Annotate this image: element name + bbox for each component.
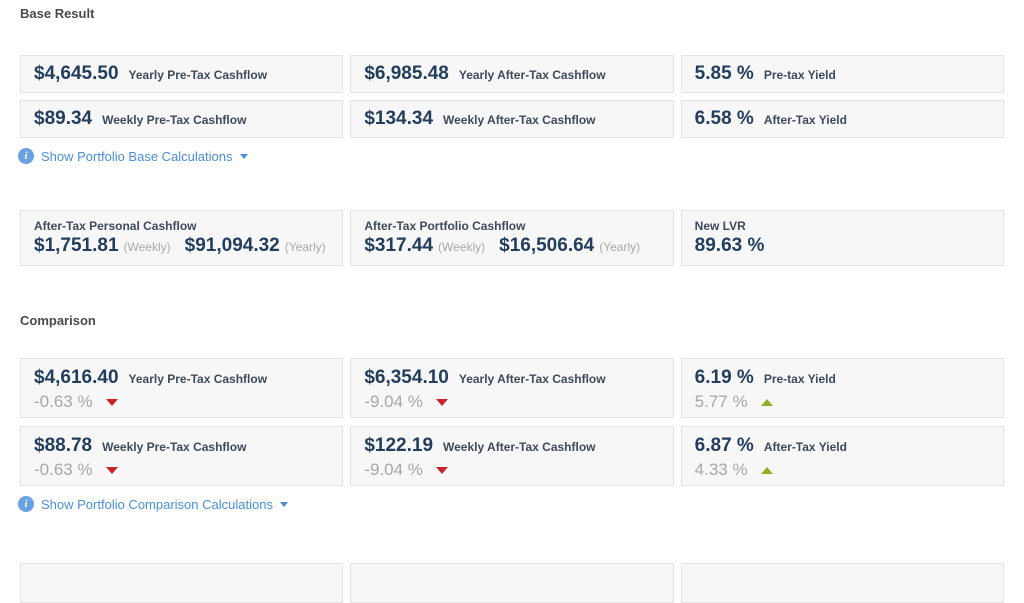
info-icon: i — [18, 148, 34, 164]
yearly-suffix: (Yearly) — [285, 240, 326, 254]
show-base-calculations-label: Show Portfolio Base Calculations — [41, 149, 233, 164]
clipped-card — [20, 563, 343, 603]
change-percent: 5.77 % — [695, 391, 748, 413]
change-percent: 4.33 % — [695, 459, 748, 481]
metric-value: $88.78 — [34, 434, 92, 458]
new-lvr-value: 89.63 % — [695, 235, 765, 257]
summary-grid: After-Tax Personal Cashflow $1,751.81 (W… — [20, 210, 1004, 266]
down-arrow-icon — [436, 467, 448, 474]
metric-label: Pre-tax Yield — [764, 68, 836, 82]
summary-card-title: After-Tax Personal Cashflow — [34, 219, 329, 234]
summary-card-title: After-Tax Portfolio Cashflow — [364, 219, 659, 234]
metric-label: Yearly Pre-Tax Cashflow — [129, 68, 268, 82]
change-percent: -0.63 % — [34, 459, 93, 481]
comparison-grid: $4,616.40 Yearly Pre-Tax Cashflow -0.63 … — [20, 358, 1004, 486]
yearly-aftertax-cashflow-comparison-card: $6,354.10 Yearly After-Tax Cashflow -9.0… — [350, 358, 673, 418]
metric-label: Yearly After-Tax Cashflow — [459, 68, 606, 82]
metric-value: $134.34 — [364, 101, 433, 137]
metric-value: 6.58 % — [695, 101, 754, 137]
yearly-pretax-cashflow-card: $4,645.50 Yearly Pre-Tax Cashflow — [20, 55, 343, 93]
info-icon: i — [18, 496, 34, 512]
metric-value: 6.19 % — [695, 366, 754, 390]
metric-value: $122.19 — [364, 434, 433, 458]
yearly-value: $91,094.32 — [185, 235, 280, 257]
up-arrow-icon — [761, 399, 773, 406]
base-result-heading: Base Result — [20, 0, 1004, 21]
down-arrow-icon — [106, 467, 118, 474]
metric-label: Weekly After-Tax Cashflow — [443, 113, 595, 127]
show-comparison-calculations-link[interactable]: i Show Portfolio Comparison Calculations — [18, 496, 288, 512]
weekly-aftertax-cashflow-card: $134.34 Weekly After-Tax Cashflow — [350, 100, 673, 138]
show-comparison-calculations-label: Show Portfolio Comparison Calculations — [41, 497, 273, 512]
weekly-value: $1,751.81 — [34, 235, 119, 257]
aftertax-yield-comparison-card: 6.87 % After-Tax Yield 4.33 % — [681, 426, 1004, 486]
weekly-suffix: (Weekly) — [124, 240, 171, 254]
pretax-yield-comparison-card: 6.19 % Pre-tax Yield 5.77 % — [681, 358, 1004, 418]
next-section-grid — [20, 563, 1004, 603]
metric-label: After-Tax Yield — [764, 113, 847, 127]
aftertax-yield-card: 6.58 % After-Tax Yield — [681, 100, 1004, 138]
pretax-yield-card: 5.85 % Pre-tax Yield — [681, 55, 1004, 93]
yearly-value: $16,506.64 — [499, 235, 594, 257]
weekly-pretax-cashflow-card: $89.34 Weekly Pre-Tax Cashflow — [20, 100, 343, 138]
yearly-aftertax-cashflow-card: $6,985.48 Yearly After-Tax Cashflow — [350, 55, 673, 93]
aftertax-portfolio-cashflow-card: After-Tax Portfolio Cashflow $317.44 (We… — [350, 210, 673, 266]
aftertax-personal-cashflow-card: After-Tax Personal Cashflow $1,751.81 (W… — [20, 210, 343, 266]
weekly-suffix: (Weekly) — [438, 240, 485, 254]
change-percent: -9.04 % — [364, 459, 423, 481]
metric-label: Yearly After-Tax Cashflow — [459, 372, 606, 386]
metric-value: $89.34 — [34, 101, 92, 137]
weekly-value: $317.44 — [364, 235, 433, 257]
down-arrow-icon — [436, 399, 448, 406]
weekly-aftertax-cashflow-comparison-card: $122.19 Weekly After-Tax Cashflow -9.04 … — [350, 426, 673, 486]
metric-label: After-Tax Yield — [764, 440, 847, 454]
metric-label: Pre-tax Yield — [764, 372, 836, 386]
change-percent: -9.04 % — [364, 391, 423, 413]
metric-label: Weekly Pre-Tax Cashflow — [102, 113, 246, 127]
weekly-pretax-cashflow-comparison-card: $88.78 Weekly Pre-Tax Cashflow -0.63 % — [20, 426, 343, 486]
show-base-calculations-link[interactable]: i Show Portfolio Base Calculations — [18, 148, 248, 164]
cashflow-results-page: Base Result $4,645.50 Yearly Pre-Tax Cas… — [0, 0, 1024, 603]
caret-down-icon — [240, 154, 248, 159]
yearly-suffix: (Yearly) — [599, 240, 640, 254]
up-arrow-icon — [761, 467, 773, 474]
yearly-pretax-cashflow-comparison-card: $4,616.40 Yearly Pre-Tax Cashflow -0.63 … — [20, 358, 343, 418]
metric-value: 5.85 % — [695, 56, 754, 92]
caret-down-icon — [280, 502, 288, 507]
new-lvr-card: New LVR 89.63 % — [681, 210, 1004, 266]
metric-value: $6,985.48 — [364, 56, 449, 92]
down-arrow-icon — [106, 399, 118, 406]
metric-value: $4,645.50 — [34, 56, 119, 92]
summary-card-title: New LVR — [695, 219, 990, 234]
comparison-heading: Comparison — [20, 313, 1004, 328]
metric-value: $6,354.10 — [364, 366, 449, 390]
metric-label: Weekly Pre-Tax Cashflow — [102, 440, 246, 454]
metric-value: 6.87 % — [695, 434, 754, 458]
metric-label: Weekly After-Tax Cashflow — [443, 440, 595, 454]
clipped-card — [350, 563, 673, 603]
base-result-grid: $4,645.50 Yearly Pre-Tax Cashflow $6,985… — [20, 55, 1004, 138]
change-percent: -0.63 % — [34, 391, 93, 413]
clipped-card — [681, 563, 1004, 603]
metric-label: Yearly Pre-Tax Cashflow — [129, 372, 268, 386]
metric-value: $4,616.40 — [34, 366, 119, 390]
